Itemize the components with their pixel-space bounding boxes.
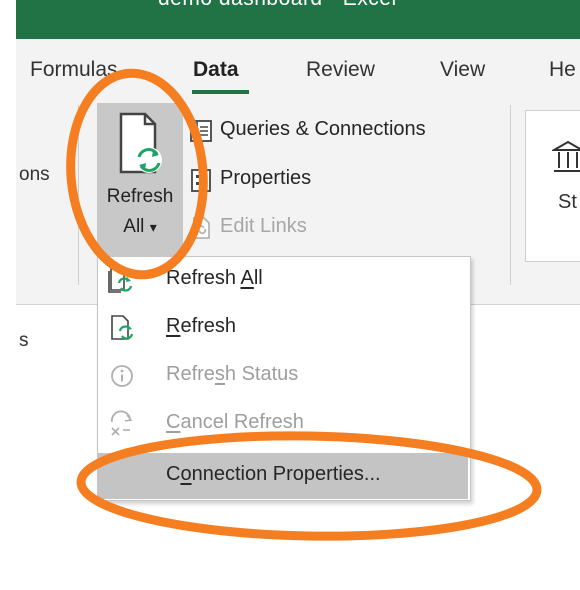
active-tab-indicator <box>192 90 249 94</box>
menu-item-refresh[interactable]: Refresh <box>98 305 468 351</box>
info-icon <box>111 365 133 387</box>
queries-connections-button[interactable]: Queries & Connections <box>188 116 488 146</box>
tab-help[interactable]: He <box>549 58 576 82</box>
properties-icon <box>191 169 211 192</box>
queries-connections-icon <box>190 120 212 142</box>
edit-links-icon <box>193 217 210 239</box>
window-title: demo dashboard - Excel <box>158 0 397 11</box>
refresh-all-label: Refresh <box>106 186 174 207</box>
stocks-label: St <box>558 191 577 213</box>
menu-item-label: Cancel Refresh <box>166 411 304 433</box>
menu-item-label: Refresh Status <box>166 363 299 385</box>
cancel-refresh-icon <box>111 410 133 436</box>
properties-button[interactable]: Properties <box>188 165 348 195</box>
group-separator <box>78 105 79 285</box>
refresh-all-label-line2: All ▾ <box>101 216 179 238</box>
tab-review[interactable]: Review <box>306 58 375 82</box>
sheet-partial-text: s <box>19 330 29 351</box>
refresh-icon <box>111 315 134 340</box>
tab-data[interactable]: Data <box>193 58 239 82</box>
edit-links-label: Edit Links <box>220 215 307 237</box>
menu-item-refresh-all[interactable]: Refresh All <box>98 257 468 303</box>
properties-label: Properties <box>220 167 312 189</box>
group-separator <box>510 105 511 285</box>
ribbon-partial-label: ons <box>19 164 50 185</box>
refresh-all-icon <box>108 268 133 293</box>
menu-item-label: Connection Properties... <box>166 463 381 485</box>
bank-icon <box>552 140 580 172</box>
left-margin <box>0 0 16 590</box>
stocks-data-type-button[interactable] <box>525 110 580 262</box>
queries-connections-label: Queries & Connections <box>220 118 426 140</box>
tab-view[interactable]: View <box>440 58 485 82</box>
menu-item-cancel-refresh[interactable]: Cancel Refresh <box>98 401 468 447</box>
menu-item-connection-properties[interactable]: Connection Properties... <box>98 453 468 499</box>
menu-item-refresh-status[interactable]: Refresh Status <box>98 353 468 399</box>
tab-formulas[interactable]: Formulas <box>30 58 118 82</box>
edit-links-button[interactable]: Edit Links <box>188 213 348 243</box>
menu-item-label: Refresh All <box>166 267 263 289</box>
title-bar: demo dashboard - Excel <box>0 0 580 39</box>
refresh-document-icon <box>119 112 162 174</box>
chevron-down-icon: ▾ <box>149 219 157 235</box>
refresh-all-text: All <box>123 216 145 237</box>
menu-item-label: Refresh <box>166 315 237 337</box>
